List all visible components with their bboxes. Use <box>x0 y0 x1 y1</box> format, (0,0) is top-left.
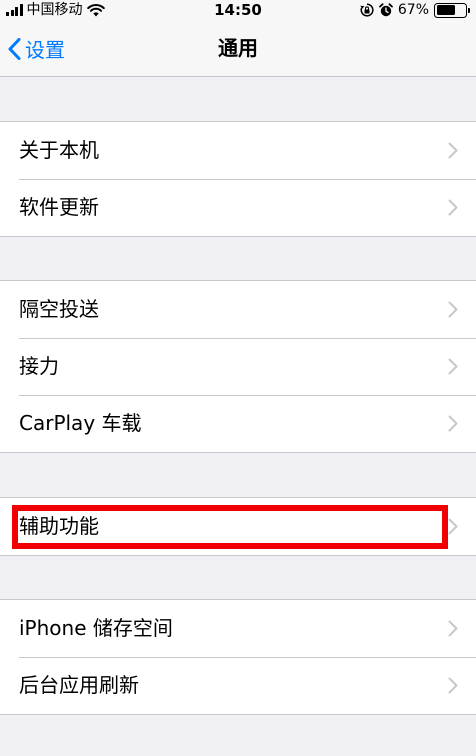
chevron-right-icon <box>448 142 458 159</box>
status-right: 67% <box>360 0 470 20</box>
settings-group-storage: iPhone 储存空间 后台应用刷新 <box>0 599 476 715</box>
row-label: 软件更新 <box>19 195 99 219</box>
row-label: 关于本机 <box>19 138 99 162</box>
row-label: iPhone 储存空间 <box>19 616 173 640</box>
row-airdrop[interactable]: 隔空投送 <box>0 281 476 338</box>
signal-icon <box>6 4 23 16</box>
rotation-lock-icon <box>360 3 374 17</box>
chevron-right-icon <box>448 677 458 694</box>
chevron-right-icon <box>448 415 458 432</box>
chevron-right-icon <box>448 301 458 318</box>
row-about-device[interactable]: 关于本机 <box>0 122 476 179</box>
carrier-name: 中国移动 <box>26 2 83 18</box>
row-label: 隔空投送 <box>19 297 99 321</box>
row-label: 接力 <box>19 354 59 378</box>
row-handoff[interactable]: 接力 <box>0 338 476 395</box>
chevron-right-icon <box>448 358 458 375</box>
row-carplay[interactable]: CarPlay 车载 <box>0 395 476 452</box>
row-label: 辅助功能 <box>19 514 99 538</box>
settings-group-connectivity: 隔空投送 接力 CarPlay 车载 <box>0 280 476 453</box>
chevron-left-icon <box>8 37 21 60</box>
settings-group-about: 关于本机 软件更新 <box>0 121 476 237</box>
status-left: 中国移动 <box>6 0 105 20</box>
battery-icon <box>434 2 470 18</box>
row-label: 后台应用刷新 <box>19 673 139 697</box>
back-button[interactable]: 设置 <box>8 20 65 77</box>
page-title: 通用 <box>218 36 258 60</box>
chevron-right-icon <box>448 518 458 535</box>
row-software-update[interactable]: 软件更新 <box>0 179 476 236</box>
general-settings-screen: 中国移动 14:50 67% 设置 通用 关于本机 软件更新 隔空投送 接力 C… <box>0 0 476 756</box>
back-label: 设置 <box>25 38 65 62</box>
settings-group-accessibility: 辅助功能 <box>0 497 476 556</box>
row-background-refresh[interactable]: 后台应用刷新 <box>0 657 476 714</box>
status-bar: 中国移动 14:50 67% <box>0 0 476 20</box>
row-label: CarPlay 车载 <box>19 411 142 435</box>
wifi-icon <box>86 3 105 16</box>
battery-percent: 67% <box>397 2 429 18</box>
row-iphone-storage[interactable]: iPhone 储存空间 <box>0 600 476 657</box>
clock: 14:50 <box>214 1 262 19</box>
chevron-right-icon <box>448 620 458 637</box>
row-accessibility[interactable]: 辅助功能 <box>0 498 476 555</box>
alarm-icon <box>378 3 393 17</box>
chevron-right-icon <box>448 199 458 216</box>
navigation-bar: 设置 通用 <box>0 20 476 77</box>
